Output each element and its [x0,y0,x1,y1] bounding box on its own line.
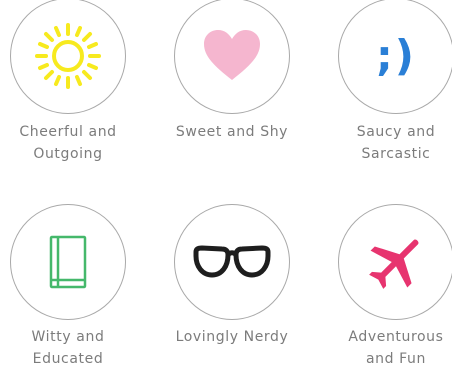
saucy-label: Saucy and Sarcastic [321,121,452,165]
sweet-label: Sweet and Shy [157,121,307,143]
witty-label-line1: Witty and [31,329,105,345]
airplane-icon [369,239,419,289]
nerdy-label-line1: Lovingly Nerdy [175,329,289,345]
saucy-label-line2: Sarcastic [361,146,431,162]
adventurous-label: Adventurous and Fun [321,326,452,370]
sweet-circle [174,0,290,114]
heart-icon [204,30,260,80]
sweet-label-line1: Sweet and Shy [175,124,289,140]
wink-emoticon-icon: ;) [376,31,416,80]
adventurous-label-line2: and Fun [365,351,427,367]
sun-icon [35,23,101,89]
witty-label-line2: Educated [32,351,104,367]
cheerful-label-line1: Cheerful and [19,124,117,140]
glasses-icon [193,245,271,278]
cheerful-label-line2: Outgoing [33,146,103,162]
adventurous-circle [338,204,452,320]
nerdy-circle [174,204,290,320]
cheerful-circle [10,0,126,114]
book-icon [49,235,87,289]
cheerful-label: Cheerful and Outgoing [0,121,143,165]
saucy-circle: ;) [338,0,452,114]
witty-circle [10,204,126,320]
nerdy-label: Lovingly Nerdy [157,326,307,348]
saucy-label-line1: Saucy and [356,124,436,140]
adventurous-label-line1: Adventurous [348,329,444,345]
witty-label: Witty and Educated [0,326,143,370]
